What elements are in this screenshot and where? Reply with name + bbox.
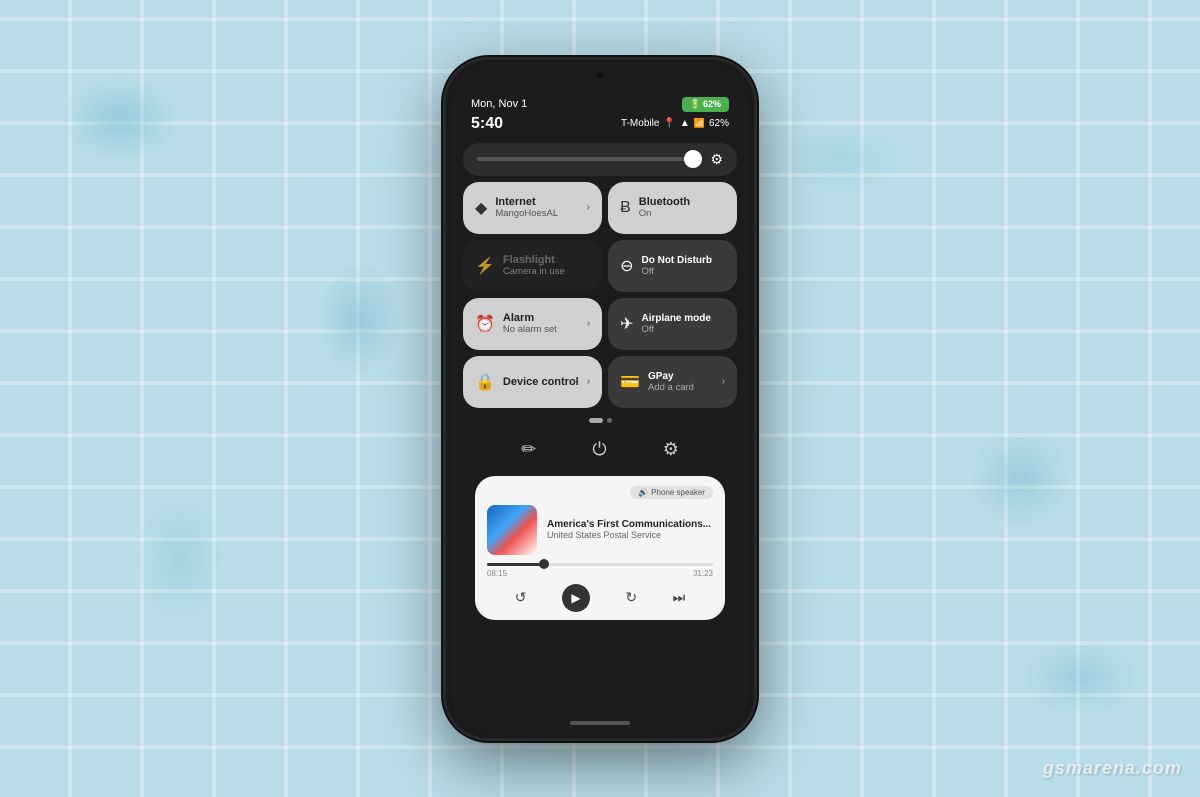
play-pause-button[interactable]: ▶ xyxy=(562,584,590,612)
tile-internet[interactable]: ◆ Internet MangoHoesAL › xyxy=(463,182,602,234)
power-icon[interactable]: ⏻ xyxy=(592,439,606,460)
tile-bluetooth-subtitle: On xyxy=(639,208,725,219)
tile-flashlight-title: Flashlight xyxy=(503,254,590,266)
phone-screen: Mon, Nov 1 🔋 62% 5:40 T-Mobile 📍 ▲ 📶 62% xyxy=(451,65,749,733)
media-progress-row[interactable]: 08:15 31:23 xyxy=(487,563,713,578)
quick-settings-panel: ⚙ ◆ Internet MangoHoesAL › Ƀ Blu xyxy=(451,137,749,713)
device-control-icon: 🔒 xyxy=(475,372,495,392)
wifi-status-icon: ▲ xyxy=(680,118,690,129)
replay-10-button[interactable]: ↺ xyxy=(515,589,527,606)
tile-airplane-text: Airplane mode Off xyxy=(641,313,725,335)
battery-status-text: 62% xyxy=(709,118,729,129)
media-total-time: 31:23 xyxy=(693,569,713,578)
bottom-action-icons: ✏ ⏻ ⚙ xyxy=(463,433,737,466)
tile-device-control-title: Device control xyxy=(503,376,579,388)
tile-device-control[interactable]: 🔒 Device control › xyxy=(463,356,602,408)
brightness-thumb[interactable] xyxy=(684,150,702,168)
page-dots xyxy=(463,414,737,427)
tile-gpay-subtitle: Add a card xyxy=(648,382,714,393)
tile-flashlight-text: Flashlight Camera in use xyxy=(503,254,590,277)
media-art-inner xyxy=(487,505,537,555)
media-current-time: 08:15 xyxy=(487,569,507,578)
phone-speaker-badge: 🔊 Phone speaker xyxy=(630,486,713,499)
media-progress-times: 08:15 31:23 xyxy=(487,569,713,578)
tile-flashlight[interactable]: ⚡ Flashlight Camera in use xyxy=(463,240,602,292)
bluetooth-icon: Ƀ xyxy=(620,199,631,217)
brightness-settings-icon[interactable]: ⚙ xyxy=(710,151,723,168)
tile-alarm-subtitle: No alarm set xyxy=(503,324,579,335)
tile-internet-subtitle: MangoHoesAL xyxy=(495,208,578,219)
tile-alarm[interactable]: ⏰ Alarm No alarm set › xyxy=(463,298,602,350)
tile-alarm-text: Alarm No alarm set xyxy=(503,312,579,335)
qs-tiles-grid: ◆ Internet MangoHoesAL › Ƀ Bluetooth On xyxy=(463,182,737,408)
media-progress-fill xyxy=(487,563,544,566)
media-album-art xyxy=(487,505,537,555)
airplane-icon: ✈ xyxy=(620,314,633,334)
brightness-track[interactable] xyxy=(477,157,702,161)
status-time: 5:40 xyxy=(471,115,503,133)
forward-10-button[interactable]: ↻ xyxy=(625,589,637,606)
gpay-icon: 💳 xyxy=(620,372,640,392)
location-icon: 📍 xyxy=(663,118,675,129)
tile-bluetooth[interactable]: Ƀ Bluetooth On xyxy=(608,182,737,234)
tile-gpay-chevron: › xyxy=(722,376,725,387)
tile-dnd-subtitle: Off xyxy=(641,266,725,277)
edit-icon[interactable]: ✏ xyxy=(521,439,536,460)
media-title: America's First Communications... xyxy=(547,519,713,530)
speaker-label: Phone speaker xyxy=(651,488,705,497)
media-body: America's First Communications... United… xyxy=(487,505,713,555)
tile-dnd[interactable]: ⊖ Do Not Disturb Off xyxy=(608,240,737,292)
tile-gpay[interactable]: 💳 GPay Add a card › xyxy=(608,356,737,408)
phone-device: Mon, Nov 1 🔋 62% 5:40 T-Mobile 📍 ▲ 📶 62% xyxy=(445,59,755,739)
status-date: Mon, Nov 1 xyxy=(471,98,527,110)
tile-internet-title: Internet xyxy=(495,196,578,208)
media-info: America's First Communications... United… xyxy=(547,519,713,540)
tile-device-control-chevron: › xyxy=(587,376,590,387)
battery-indicator: 🔋 62% xyxy=(682,97,729,112)
tile-bluetooth-text: Bluetooth On xyxy=(639,196,725,219)
media-artist: United States Postal Service xyxy=(547,530,713,540)
speaker-icon: 🔊 xyxy=(638,488,648,497)
home-bar xyxy=(570,721,630,725)
flashlight-icon: ⚡ xyxy=(475,256,495,276)
tile-dnd-text: Do Not Disturb Off xyxy=(641,255,725,277)
media-progress-track[interactable] xyxy=(487,563,713,566)
dnd-icon: ⊖ xyxy=(620,256,633,276)
tile-gpay-title: GPay xyxy=(648,371,714,382)
notch-area xyxy=(451,65,749,85)
wifi-icon: ◆ xyxy=(475,198,487,218)
tile-dnd-title: Do Not Disturb xyxy=(641,255,725,266)
page-dot-2 xyxy=(607,418,612,423)
media-progress-thumb[interactable] xyxy=(539,559,549,569)
home-indicator[interactable] xyxy=(451,713,749,733)
camera-dot xyxy=(596,71,604,79)
tile-internet-text: Internet MangoHoesAL xyxy=(495,196,578,219)
brightness-slider-row[interactable]: ⚙ xyxy=(463,143,737,176)
media-player: 🔊 Phone speaker America's First Communic… xyxy=(475,476,725,620)
tile-bluetooth-title: Bluetooth xyxy=(639,196,725,208)
tile-alarm-title: Alarm xyxy=(503,312,579,324)
skip-next-button[interactable]: ⏭ xyxy=(673,589,686,606)
media-controls: ↺ ▶ ↻ ⏭ xyxy=(487,584,713,612)
status-right-icons: T-Mobile 📍 ▲ 📶 62% xyxy=(621,118,729,129)
tile-internet-chevron: › xyxy=(587,202,590,213)
watermark-text: gsmarena.com xyxy=(1043,758,1182,779)
carrier-name: T-Mobile xyxy=(621,118,659,129)
settings-icon[interactable]: ⚙ xyxy=(663,439,679,460)
battery-level: 62% xyxy=(703,99,721,109)
tile-alarm-chevron: › xyxy=(587,318,590,329)
tile-airplane[interactable]: ✈ Airplane mode Off xyxy=(608,298,737,350)
tile-airplane-subtitle: Off xyxy=(641,324,725,335)
signal-status-icon: 📶 xyxy=(694,118,705,129)
battery-icon: 🔋 xyxy=(690,99,701,110)
tile-gpay-text: GPay Add a card xyxy=(648,371,714,393)
tile-flashlight-subtitle: Camera in use xyxy=(503,266,590,277)
alarm-icon: ⏰ xyxy=(475,314,495,334)
tile-device-control-text: Device control xyxy=(503,376,579,388)
status-bar: Mon, Nov 1 🔋 62% 5:40 T-Mobile 📍 ▲ 📶 62% xyxy=(451,85,749,137)
page-dot-1 xyxy=(589,418,603,423)
tile-airplane-title: Airplane mode xyxy=(641,313,725,324)
